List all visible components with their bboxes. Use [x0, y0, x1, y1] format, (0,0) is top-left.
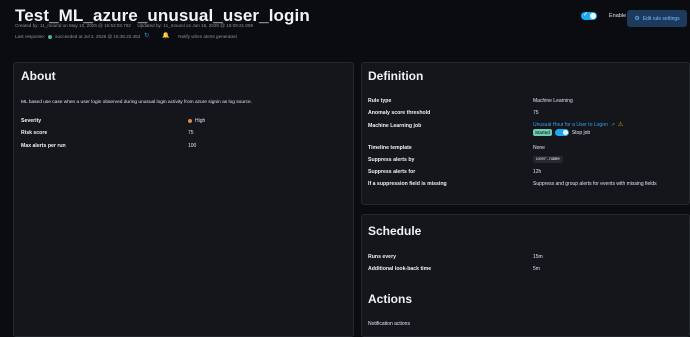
notification-actions-label: Notification actions	[368, 321, 410, 327]
stop-job-label: Stop job	[571, 129, 591, 136]
toggle-knob	[590, 13, 596, 19]
last-response-row: Last response: succeeded at Jul 2, 2025 …	[15, 33, 237, 40]
lookback-label: Additional look-back time	[368, 266, 432, 272]
max-alerts-label: Max alerts per run	[21, 143, 66, 149]
anomaly-threshold-label: Anomaly score threshold	[368, 110, 431, 116]
rule-type-label: Rule type	[368, 98, 392, 104]
suppress-by-label: Suppress alerts by	[368, 157, 415, 163]
timeline-value: None	[533, 145, 545, 151]
suppress-field-code: user.name	[533, 156, 563, 163]
last-response-status: succeeded at Jul 2, 2025 @ 16:35:22.453	[55, 34, 141, 39]
edit-rule-settings-button[interactable]: ⚙ Edit rule settings	[627, 10, 687, 27]
runs-every-label: Runs every	[368, 254, 396, 260]
toggle-knob	[562, 130, 568, 135]
risk-score-value: 75	[188, 130, 194, 136]
rule-meta: Created by: 11_mound on May 10, 2025 @ 1…	[15, 23, 253, 28]
external-link-icon: ↗	[610, 121, 615, 128]
definition-panel: Definition Rule type Machine Learning An…	[361, 62, 690, 205]
enable-label: Enable	[609, 13, 627, 19]
check-icon: ✓	[583, 12, 589, 18]
updated-by-text: Updated by: 11_mound on Jun 16, 2025 @ 1…	[137, 23, 254, 28]
ml-job-link[interactable]: Unusual Hour for a User to Logon	[533, 122, 608, 128]
severity-dot-icon	[188, 119, 192, 123]
anomaly-threshold-value: 75	[533, 110, 539, 116]
ml-job-label: Machine Learning job	[368, 123, 422, 129]
notify-text: Notify when alerts generated	[178, 34, 237, 39]
missing-field-value: Suppress and group alerts for events wit…	[533, 181, 657, 187]
suppress-by-value: user.name	[533, 156, 563, 163]
ml-job-link-row: Unusual Hour for a User to Logon ↗ ⚠	[533, 121, 624, 129]
severity-label: Severity	[21, 118, 42, 124]
definition-title: Definition	[368, 69, 424, 83]
runs-every-value: 15m	[533, 254, 543, 260]
warning-icon: ⚠	[617, 122, 624, 128]
max-alerts-value: 100	[188, 143, 197, 149]
actions-title: Actions	[368, 292, 413, 306]
about-description: ML based use case when a user login obse…	[21, 100, 253, 105]
enable-toggle-group: ✓ Enable	[581, 12, 626, 20]
schedule-panel: Schedule Runs every 15m Additional look-…	[361, 214, 690, 337]
rule-type-value: Machine Learning	[533, 98, 573, 104]
suppress-for-label: Suppress alerts for	[368, 169, 416, 175]
ml-job-status-row: Started Stop job	[533, 129, 590, 136]
missing-field-label: If a suppression field is missing	[368, 181, 447, 187]
refresh-icon[interactable]: ↻	[143, 33, 150, 40]
created-by-text: Created by: 11_mound on May 10, 2025 @ 1…	[15, 23, 131, 28]
timeline-label: Timeline template	[368, 145, 412, 151]
risk-score-label: Risk score	[21, 130, 48, 136]
bell-icon[interactable]: 🔔	[162, 33, 169, 40]
severity-value: High	[188, 118, 205, 124]
suppress-for-value: 12h	[533, 169, 542, 175]
enable-toggle[interactable]: ✓	[581, 12, 597, 20]
schedule-title: Schedule	[368, 224, 422, 238]
job-toggle[interactable]	[554, 129, 569, 136]
edit-button-label: Edit rule settings	[642, 15, 680, 22]
last-response-label: Last response:	[15, 34, 46, 39]
lookback-value: 5m	[533, 266, 540, 272]
about-title: About	[21, 69, 56, 83]
job-status-badge: Started	[533, 129, 552, 136]
status-dot-icon	[48, 34, 53, 39]
gear-icon: ⚙	[634, 16, 640, 22]
about-panel: About ML based use case when a user logi…	[13, 62, 354, 337]
page-header: Test_ML_azure_unusual_user_login Created…	[0, 0, 690, 55]
severity-text: High	[195, 118, 206, 124]
